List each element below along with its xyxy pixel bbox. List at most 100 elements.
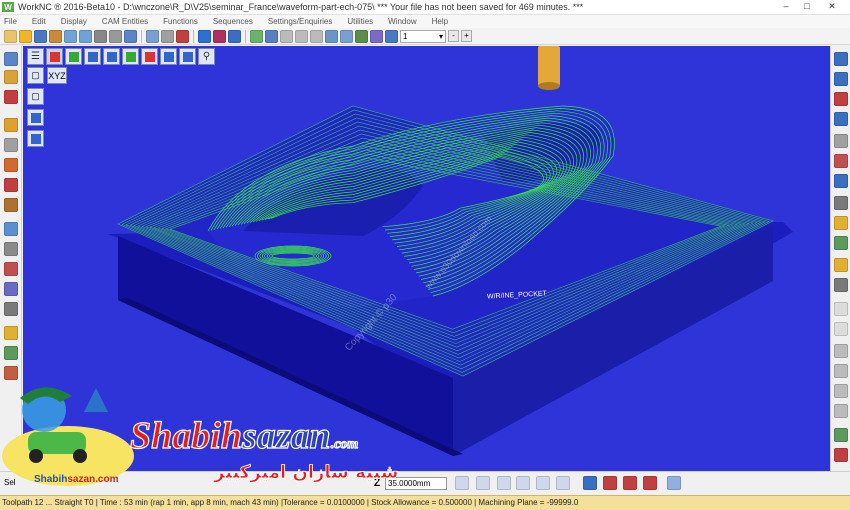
axes-xyz-icon[interactable]: XYZ — [47, 67, 67, 84]
surface-select-icon[interactable] — [516, 476, 530, 490]
wire-mode-icon[interactable] — [834, 174, 848, 188]
cube-red-icon[interactable] — [46, 48, 63, 65]
fit-icon[interactable] — [250, 29, 263, 43]
edit-icon[interactable] — [834, 404, 848, 418]
layer-filter-icon[interactable] — [643, 476, 657, 490]
view-top-icon[interactable] — [834, 52, 848, 66]
curve-icon[interactable] — [4, 222, 18, 236]
menu-settings-enquiries[interactable]: Settings/Enquiries — [268, 17, 332, 26]
view-iso-icon[interactable] — [834, 112, 848, 126]
compass-icon[interactable] — [146, 29, 159, 43]
rotate-view-icon[interactable] — [325, 29, 338, 43]
tool-display-icon[interactable] — [834, 196, 848, 210]
surface-icon[interactable] — [4, 242, 18, 256]
check-icon[interactable] — [834, 428, 848, 442]
menu-cam-entities[interactable]: CAM Entities — [102, 17, 148, 26]
verify-icon[interactable] — [4, 366, 18, 380]
layer-icon[interactable] — [385, 29, 398, 43]
layer-minus-button[interactable]: - — [448, 30, 459, 42]
menu-utilities[interactable]: Utilities — [347, 17, 373, 26]
point-select-icon[interactable] — [536, 476, 550, 490]
select-filter-icon[interactable] — [476, 476, 490, 490]
cube-bottom-icon[interactable] — [179, 48, 196, 65]
section-icon[interactable] — [340, 29, 353, 43]
layer-plus-button[interactable]: + — [461, 30, 472, 42]
new-file-icon[interactable] — [4, 29, 17, 43]
select-icon[interactable] — [370, 29, 383, 43]
stock-display-icon[interactable] — [834, 278, 848, 292]
solid-cube-icon[interactable] — [27, 130, 44, 147]
contour-icon[interactable] — [4, 138, 18, 152]
cube-side-icon[interactable] — [122, 48, 139, 65]
view-right-icon[interactable] — [834, 92, 848, 106]
view-icon[interactable] — [94, 29, 107, 43]
wire-icon[interactable] — [228, 29, 241, 43]
menu-help[interactable]: Help — [432, 17, 448, 26]
menu-display[interactable]: Display — [61, 17, 87, 26]
viewer-icon[interactable] — [667, 476, 681, 490]
path-display-icon[interactable] — [834, 236, 848, 250]
sphere-icon[interactable] — [198, 29, 211, 43]
open-folder-icon[interactable] — [19, 29, 32, 43]
menu-functions[interactable]: Functions — [163, 17, 198, 26]
z-level-input[interactable]: 35.0000mm — [385, 477, 447, 490]
close-button[interactable]: ✕ — [822, 1, 842, 12]
rotate-icon[interactable] — [161, 29, 174, 43]
snap-icon[interactable] — [556, 476, 570, 490]
layers-icon[interactable] — [124, 29, 137, 43]
tool-icon[interactable] — [176, 29, 189, 43]
machine-icon[interactable] — [4, 302, 18, 316]
settings-icon[interactable] — [603, 476, 617, 490]
arrow-icon[interactable] — [834, 322, 848, 336]
zoom-out-icon[interactable] — [295, 29, 308, 43]
import-icon[interactable] — [49, 29, 62, 43]
menu-file[interactable]: File — [4, 17, 17, 26]
drill-icon[interactable] — [4, 178, 18, 192]
undo-icon[interactable] — [64, 29, 77, 43]
menu-icon[interactable]: ☰ — [27, 48, 44, 65]
boundary-icon[interactable] — [4, 262, 18, 276]
pencil-mode-icon[interactable] — [834, 258, 848, 272]
render-mode-icon[interactable] — [834, 154, 848, 168]
line-icon[interactable] — [834, 302, 848, 316]
view-front-icon[interactable] — [834, 72, 848, 86]
pan-icon[interactable] — [310, 29, 323, 43]
zoom-window-icon[interactable] — [265, 29, 278, 43]
worknc-app-icon[interactable]: W — [2, 2, 14, 12]
cube-top-icon[interactable] — [84, 48, 101, 65]
roughing-icon[interactable] — [4, 90, 18, 104]
menu-sequences[interactable]: Sequences — [213, 17, 253, 26]
redo-icon[interactable] — [79, 29, 92, 43]
toolpath-icon[interactable] — [4, 52, 18, 66]
grid-icon[interactable] — [109, 29, 122, 43]
pointer-icon[interactable] — [455, 476, 469, 490]
cube-front-icon[interactable] — [103, 48, 120, 65]
menu-window[interactable]: Window — [388, 17, 416, 26]
maximize-button[interactable]: □ — [797, 1, 817, 11]
shade-icon[interactable] — [213, 29, 226, 43]
color-icon[interactable] — [623, 476, 637, 490]
point-icon[interactable] — [834, 344, 848, 358]
simulate-icon[interactable] — [4, 346, 18, 360]
cube-iso-icon[interactable] — [160, 48, 177, 65]
save-icon[interactable] — [34, 29, 47, 43]
layer-select[interactable]: 1 ▾ — [400, 29, 446, 43]
curve-select-icon[interactable] — [497, 476, 511, 490]
axis-icon[interactable] — [4, 282, 18, 296]
wireframe-cube-icon[interactable]: ▢ — [27, 67, 44, 84]
zoom-in-icon[interactable] — [280, 29, 293, 43]
shaded-cube-icon[interactable] — [27, 109, 44, 126]
expand-icon[interactable] — [834, 448, 848, 462]
outline-cube-icon[interactable]: ▢ — [27, 88, 44, 105]
holder-icon[interactable] — [834, 216, 848, 230]
copy-icon[interactable] — [834, 384, 848, 398]
zoom-search-icon[interactable]: ⚲ — [198, 48, 215, 65]
pencil-icon[interactable] — [4, 158, 18, 172]
shade-mode-icon[interactable] — [834, 134, 848, 148]
info-icon[interactable] — [583, 476, 597, 490]
minimize-button[interactable]: – — [776, 1, 796, 11]
menu-edit[interactable]: Edit — [32, 17, 46, 26]
graphics-viewport[interactable]: ☰ ⚲ ▢ XYZ ▢ Copyright © p30 www.p30downl… — [23, 46, 830, 471]
rest-icon[interactable] — [4, 198, 18, 212]
move-icon[interactable] — [834, 364, 848, 378]
